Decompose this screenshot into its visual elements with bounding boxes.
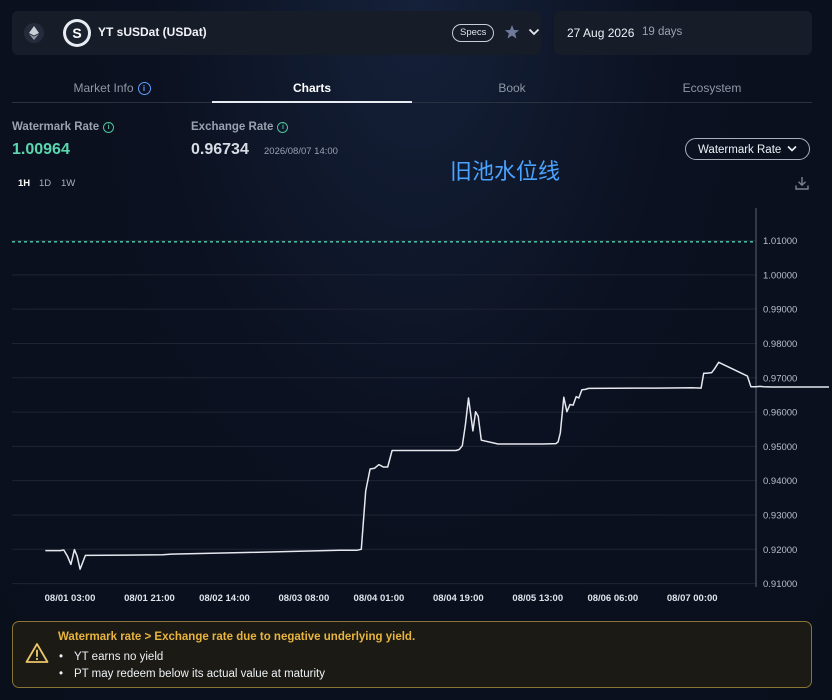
tab-market-info[interactable]: Market Info i bbox=[12, 74, 212, 102]
y-tick-label: 1.01000 bbox=[763, 236, 797, 247]
y-tick-label: 0.96000 bbox=[763, 408, 797, 419]
asset-header: S YT sUSDat (USDat) Specs bbox=[12, 11, 541, 55]
y-tick-label: 0.98000 bbox=[763, 339, 797, 350]
x-tick-label: 08/03 08:00 bbox=[279, 593, 330, 604]
y-tick-label: 0.91000 bbox=[763, 579, 797, 590]
overlay-annotation: 旧池水位线 bbox=[450, 159, 561, 184]
tab-label: Book bbox=[498, 81, 526, 95]
rate-select-dropdown[interactable]: Watermark Rate bbox=[685, 138, 810, 160]
tab-label: Ecosystem bbox=[682, 81, 742, 95]
watermark-rate-label: Watermark Rate i bbox=[12, 121, 115, 133]
y-tick-label: 1.00000 bbox=[763, 270, 797, 281]
x-tick-label: 08/04 19:00 bbox=[433, 593, 484, 604]
exchange-rate-series-line bbox=[45, 361, 829, 570]
y-tick-label: 0.92000 bbox=[763, 545, 797, 556]
days-remaining: 19 days bbox=[642, 26, 683, 38]
y-tick-label: 0.99000 bbox=[763, 305, 797, 316]
tab-label: Charts bbox=[292, 81, 331, 95]
warning-item: PT may redeem below its actual value at … bbox=[58, 666, 325, 683]
watermark-label-text: Watermark Rate bbox=[12, 121, 100, 133]
x-tick-label: 08/01 21:00 bbox=[124, 593, 175, 604]
info-icon[interactable]: i bbox=[137, 82, 151, 95]
asset-name[interactable]: YT sUSDat (USDat) bbox=[98, 25, 207, 39]
x-tick-label: 08/04 01:00 bbox=[354, 593, 405, 604]
y-tick-label: 0.97000 bbox=[763, 373, 797, 384]
tab-charts[interactable]: Charts bbox=[212, 74, 412, 103]
tab-ecosystem[interactable]: Ecosystem bbox=[612, 74, 812, 102]
ethereum-icon bbox=[24, 23, 44, 43]
x-tick-label: 08/05 13:00 bbox=[512, 593, 563, 604]
warning-title: Watermark rate > Exchange rate due to ne… bbox=[58, 631, 416, 643]
timeframe-1h[interactable]: 1H bbox=[18, 178, 30, 189]
chevron-down-icon bbox=[787, 145, 797, 152]
warning-item: YT earns no yield bbox=[58, 649, 325, 666]
line-chart: 0.91000 0.92000 0.93000 0.94000 0.95000 0.960… bbox=[12, 208, 829, 604]
y-tick-label: 0.94000 bbox=[763, 476, 797, 487]
warning-banner: Watermark rate > Exchange rate due to ne… bbox=[12, 621, 812, 688]
y-tick-label: 0.95000 bbox=[763, 442, 797, 453]
watermark-rate-value: 1.00964 bbox=[12, 141, 70, 158]
token-icon: S bbox=[63, 19, 91, 47]
exchange-rate-label: Exchange Rate i bbox=[191, 121, 289, 133]
exchange-label-text: Exchange Rate bbox=[191, 121, 274, 133]
exchange-rate-value: 0.96734 bbox=[191, 141, 249, 158]
x-tick-label: 08/07 00:00 bbox=[667, 593, 718, 604]
maturity-date: 27 Aug 2026 bbox=[567, 26, 635, 40]
specs-button[interactable]: Specs bbox=[452, 24, 495, 42]
y-tick-label: 0.93000 bbox=[763, 510, 797, 521]
exchange-rate-timestamp: 2026/08/07 14:00 bbox=[264, 146, 338, 157]
download-icon[interactable] bbox=[795, 176, 809, 190]
token-glyph: S bbox=[66, 22, 88, 44]
chevron-down-icon[interactable] bbox=[528, 27, 540, 37]
x-tick-label: 08/01 03:00 bbox=[45, 593, 96, 604]
x-tick-label: 08/06 06:00 bbox=[587, 593, 638, 604]
info-icon[interactable]: i bbox=[103, 122, 115, 133]
timeframe-1d[interactable]: 1D bbox=[39, 178, 51, 189]
star-icon[interactable] bbox=[504, 24, 520, 40]
info-icon[interactable]: i bbox=[277, 122, 289, 133]
dropdown-selected: Watermark Rate bbox=[698, 144, 782, 156]
warning-triangle-icon bbox=[25, 643, 49, 663]
warning-list: YT earns no yield PT may redeem below it… bbox=[58, 649, 325, 683]
timeframe-1w[interactable]: 1W bbox=[61, 178, 75, 189]
tab-label: Market Info bbox=[73, 81, 134, 95]
tab-book[interactable]: Book bbox=[412, 74, 612, 102]
x-tick-label: 08/02 14:00 bbox=[199, 593, 250, 604]
tab-bar: Market Info i Charts Book Ecosystem bbox=[12, 74, 812, 103]
maturity-card: 27 Aug 2026 19 days bbox=[554, 11, 812, 55]
